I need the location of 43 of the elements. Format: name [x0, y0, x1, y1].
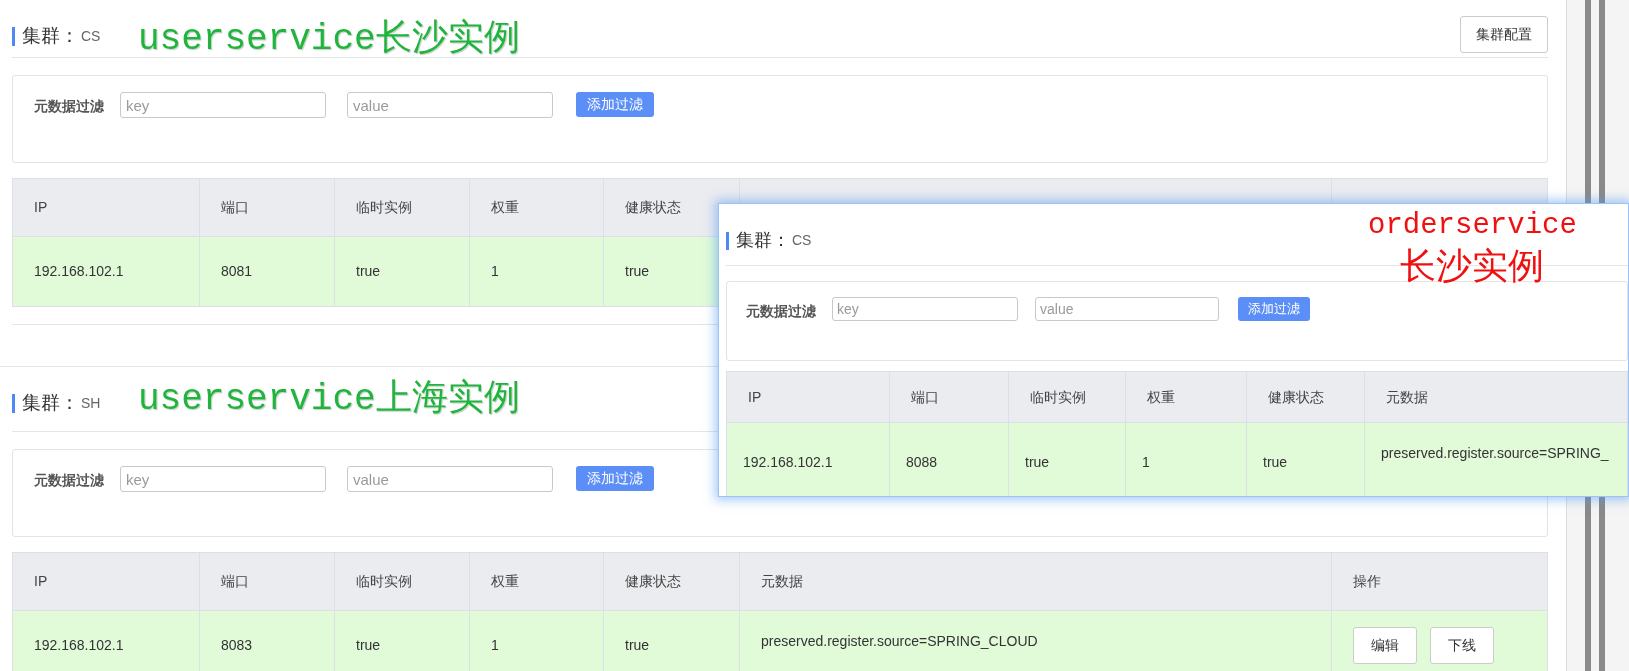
table-cell-text: 8083 — [221, 636, 253, 655]
table-cell-text: 8088 — [906, 453, 938, 472]
value-field[interactable]: value — [1035, 297, 1219, 321]
table-cell-text: 192.168.102.1 — [743, 453, 833, 472]
cluster-name: SH — [81, 394, 101, 413]
cluster-config-button[interactable]: 集群配置 — [1460, 15, 1548, 53]
table-cell-text: 192.168.102.1 — [34, 636, 124, 655]
table-cell-text: true — [625, 636, 650, 655]
table-cell-text: 1 — [491, 636, 499, 655]
filter-label: 元数据过滤 — [34, 471, 104, 490]
annotation-text: userservice长沙实例 — [138, 18, 520, 62]
key-field[interactable]: key — [832, 297, 1018, 321]
title-bar-marker — [12, 27, 15, 46]
column-header: 元数据 — [1385, 387, 1429, 407]
title-bar-marker — [12, 394, 15, 413]
cluster-label: 集群： — [22, 391, 79, 416]
value-field[interactable]: value — [347, 466, 553, 492]
title-bar-marker — [726, 231, 729, 250]
action-button[interactable]: 下线 — [1430, 627, 1494, 664]
filter-label: 元数据过滤 — [746, 302, 816, 321]
table-cell-text: preserved.register.source=SPRING_CLOUD — [761, 632, 1038, 651]
table-cell-text: true — [1263, 453, 1288, 472]
key-field[interactable]: key — [120, 92, 326, 118]
table-cell-text: true — [1025, 453, 1050, 472]
annotation-text: orderservice — [1368, 208, 1577, 244]
cluster-name: CS — [792, 231, 812, 250]
table-cell-text: 192.168.102.1 — [34, 262, 124, 281]
table-cell-text: true — [356, 262, 381, 281]
table-cell-text: true — [625, 262, 650, 281]
table-cell-text: 1 — [1142, 453, 1150, 472]
table-cell-text: 8081 — [221, 262, 253, 281]
cluster-label: 集群： — [22, 24, 79, 49]
key-field[interactable]: key — [120, 466, 326, 492]
annotation-text: userservice上海实例 — [138, 378, 520, 422]
column-header: 操作 — [1352, 572, 1382, 591]
table-cell-text: true — [356, 636, 381, 655]
filter-label: 元数据过滤 — [34, 97, 104, 116]
action-button[interactable]: 编辑 — [1353, 627, 1417, 664]
table-cell-text: 1 — [491, 262, 499, 281]
cluster-name: CS — [81, 27, 101, 46]
annotation-text: 长沙实例 — [1400, 244, 1545, 288]
table-cell-text: preserved.register.source=SPRING_ — [1381, 444, 1609, 463]
value-field[interactable]: value — [347, 92, 553, 118]
